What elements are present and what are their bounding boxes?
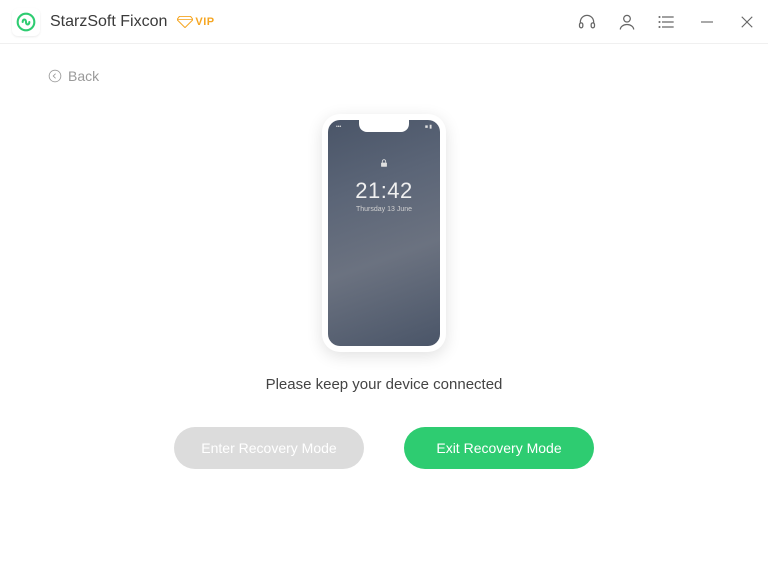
support-icon[interactable] bbox=[576, 11, 598, 33]
lock-icon bbox=[379, 156, 389, 174]
device-time: 21:42 bbox=[355, 178, 413, 204]
device-mockup: ••• ■ ▮ 21:42 Thursday 13 June bbox=[322, 114, 446, 352]
title-bar-left: StarzSoft Fixcon VIP bbox=[12, 8, 215, 36]
device-notch bbox=[359, 120, 409, 132]
logo-icon bbox=[16, 12, 36, 32]
vip-badge: VIP bbox=[177, 16, 214, 28]
close-button[interactable] bbox=[736, 11, 758, 33]
status-battery: ■ ▮ bbox=[425, 124, 432, 130]
content-area: Back ••• ■ ▮ 21:42 bbox=[0, 44, 768, 584]
enter-recovery-button: Enter Recovery Mode bbox=[174, 427, 364, 469]
device-screen: ••• ■ ▮ 21:42 Thursday 13 June bbox=[328, 120, 440, 346]
app-logo bbox=[12, 8, 40, 36]
exit-recovery-button[interactable]: Exit Recovery Mode bbox=[404, 427, 594, 469]
minimize-button[interactable] bbox=[696, 11, 718, 33]
instruction-text: Please keep your device connected bbox=[266, 376, 503, 393]
title-bar: StarzSoft Fixcon VIP bbox=[0, 0, 768, 44]
main-stage: ••• ■ ▮ 21:42 Thursday 13 June Please ke… bbox=[40, 74, 728, 469]
status-signal: ••• bbox=[336, 124, 341, 130]
vip-diamond-icon bbox=[177, 16, 193, 28]
app-window: StarzSoft Fixcon VIP bbox=[0, 0, 768, 584]
app-title: StarzSoft Fixcon bbox=[50, 13, 167, 31]
user-icon[interactable] bbox=[616, 11, 638, 33]
back-label: Back bbox=[68, 68, 99, 84]
action-buttons: Enter Recovery Mode Exit Recovery Mode bbox=[174, 427, 594, 469]
title-bar-right bbox=[576, 11, 758, 33]
chevron-left-icon bbox=[48, 69, 62, 83]
menu-icon[interactable] bbox=[656, 11, 678, 33]
device-date: Thursday 13 June bbox=[356, 206, 412, 213]
vip-badge-label: VIP bbox=[195, 16, 214, 28]
back-button[interactable]: Back bbox=[48, 68, 99, 84]
